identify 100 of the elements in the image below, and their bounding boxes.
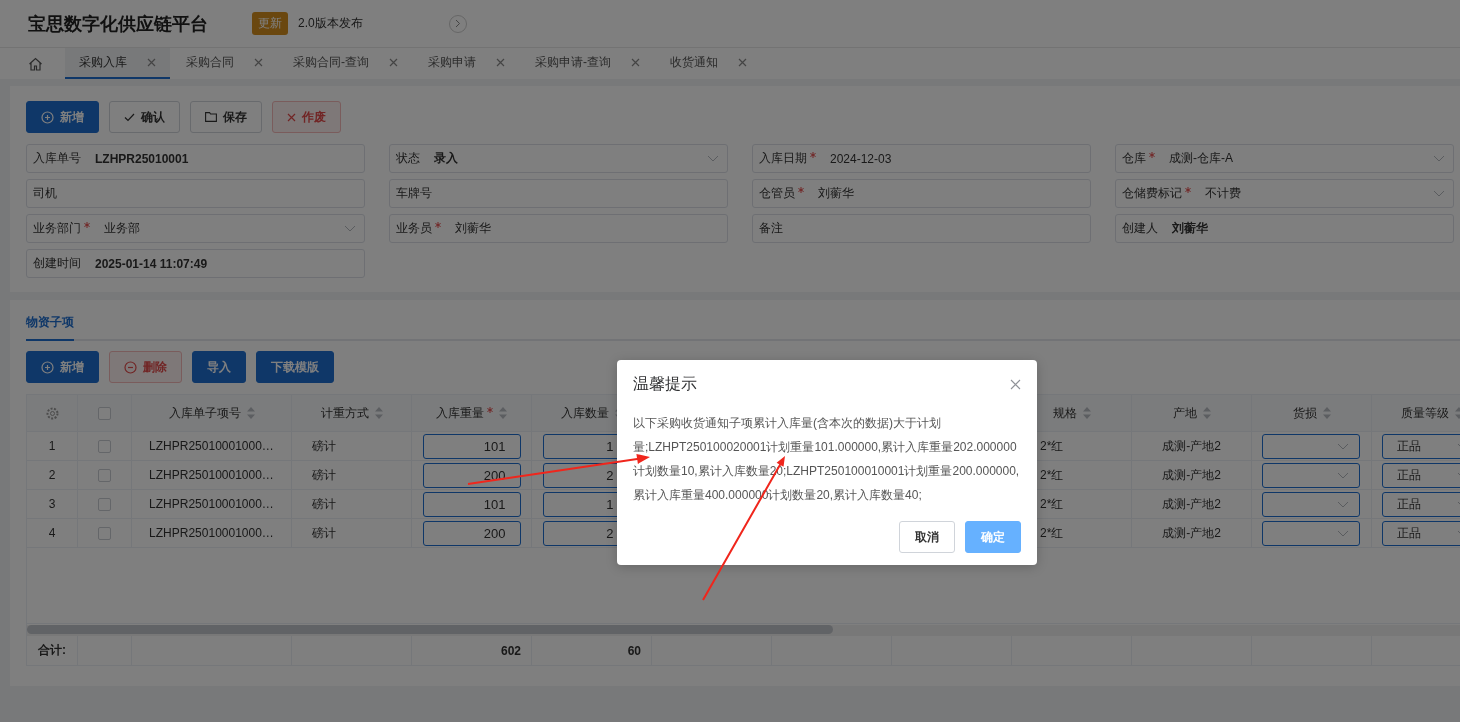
sort-icon[interactable]: [1202, 407, 1211, 419]
page-tab[interactable]: 收货通知: [656, 48, 761, 79]
select-field[interactable]: 仓库 成测-仓库-A: [1115, 144, 1454, 173]
page-tab[interactable]: 采购申请: [414, 48, 519, 79]
select-field[interactable]: [1262, 491, 1360, 517]
check-icon: [124, 112, 135, 122]
input-field[interactable]: 业务员 刘蘅华: [389, 214, 728, 243]
sort-icon[interactable]: [1454, 407, 1460, 419]
column-header: 货损: [1292, 404, 1317, 422]
sort-icon[interactable]: [499, 407, 507, 419]
checkbox[interactable]: [98, 468, 111, 482]
sort-icon[interactable]: [1082, 407, 1091, 419]
folder-icon: [205, 112, 217, 122]
input-field[interactable]: 仓管员 刘蘅华: [752, 179, 1091, 208]
button[interactable]: 保存: [190, 101, 262, 133]
select-field[interactable]: 正品: [1382, 433, 1460, 459]
checkbox[interactable]: [98, 406, 111, 420]
chevron-down-icon: [707, 155, 719, 162]
table-cell: LZHPR25010001000…: [149, 439, 274, 453]
table-cell: 2*红: [1040, 524, 1064, 542]
table-cell: 2*红: [1040, 495, 1064, 513]
column-header: 入库重量: [436, 404, 484, 422]
total-value: 60: [627, 643, 641, 658]
home-icon[interactable]: [28, 56, 43, 71]
chevron-down-icon: [1337, 471, 1349, 479]
button[interactable]: 确定: [965, 521, 1021, 553]
scrollbar-thumb[interactable]: [27, 625, 833, 634]
button[interactable]: 作废: [272, 101, 341, 133]
asterisk-icon: [1149, 152, 1155, 158]
number-field[interactable]: 101: [422, 433, 521, 459]
app-title: 宝思数字化供应链平台: [28, 12, 208, 36]
select-field[interactable]: [1262, 433, 1360, 459]
select-field[interactable]: 状态 录入: [389, 144, 728, 173]
chevron-down-icon: [1433, 190, 1445, 197]
table-cell: 2*红: [1040, 437, 1064, 455]
checkbox[interactable]: [98, 526, 111, 540]
next-button[interactable]: [448, 14, 467, 33]
plus-circle-icon: [41, 360, 54, 374]
button[interactable]: 删除: [109, 351, 182, 383]
row-number: 1: [48, 439, 56, 453]
section-tab[interactable]: 物资子项: [26, 310, 74, 341]
input-field[interactable]: 司机: [26, 179, 365, 208]
button[interactable]: 导入: [192, 351, 246, 383]
chevron-down-icon: [344, 225, 356, 232]
input-field[interactable]: 入库单号 LZHPR25010001: [26, 144, 365, 173]
update-badge: 更新: [252, 12, 288, 35]
release-notice: 2.0版本发布: [298, 15, 363, 32]
column-header: 入库单子项号: [168, 404, 241, 422]
table-cell: 磅计: [312, 466, 336, 484]
settings-icon[interactable]: [45, 406, 59, 420]
close-icon[interactable]: [738, 58, 747, 67]
input-field[interactable]: 创建时间 2025-01-14 11:07:49: [26, 249, 365, 278]
column-header: 入库数量: [560, 404, 609, 422]
page-tab[interactable]: 采购申请-查询: [521, 48, 654, 79]
button[interactable]: 取消: [899, 521, 955, 553]
sort-icon[interactable]: [246, 407, 255, 419]
select-field[interactable]: [1262, 520, 1360, 546]
page-tab[interactable]: 采购入库: [65, 48, 170, 79]
chevron-down-icon: [1337, 529, 1349, 537]
page-tab[interactable]: 采购合同: [172, 48, 277, 79]
table-cell: 成测-产地2: [1162, 524, 1221, 542]
close-button[interactable]: [1010, 379, 1021, 390]
checkbox[interactable]: [98, 497, 111, 511]
select-field[interactable]: [1262, 462, 1360, 488]
number-field[interactable]: 101: [422, 491, 521, 517]
select-field[interactable]: 业务部门 业务部: [26, 214, 365, 243]
checkbox[interactable]: [98, 439, 111, 453]
button[interactable]: 确认: [109, 101, 180, 133]
select-field[interactable]: 正品: [1382, 491, 1460, 517]
select-field[interactable]: 正品: [1382, 462, 1460, 488]
number-field[interactable]: 200: [422, 520, 521, 546]
button[interactable]: 新增: [26, 101, 99, 133]
close-icon[interactable]: [496, 58, 505, 67]
table-cell: 磅计: [312, 437, 336, 455]
close-icon[interactable]: [389, 58, 398, 67]
select-field[interactable]: 仓储费标记 不计费: [1115, 179, 1454, 208]
column-header: 规格: [1052, 404, 1077, 422]
close-icon[interactable]: [254, 58, 263, 67]
table-cell: 磅计: [312, 524, 336, 542]
page-tab[interactable]: 采购合同-查询: [279, 48, 412, 79]
input-field[interactable]: 备注: [752, 214, 1091, 243]
column-header: 产地: [1172, 404, 1197, 422]
input-field[interactable]: 创建人 刘蘅华: [1115, 214, 1454, 243]
plus-circle-icon: [41, 110, 54, 124]
asterisk-icon: [84, 222, 90, 228]
input-field[interactable]: 车牌号: [389, 179, 728, 208]
asterisk-icon: [798, 187, 804, 193]
sort-icon[interactable]: [1322, 407, 1331, 419]
row-number: 4: [48, 526, 56, 540]
total-label: 合计:: [38, 642, 66, 659]
asterisk-icon: [435, 222, 441, 228]
input-field[interactable]: 入库日期 2024-12-03: [752, 144, 1091, 173]
asterisk-icon: [1185, 187, 1191, 193]
asterisk-icon: [487, 407, 493, 413]
button[interactable]: 下载模版: [256, 351, 334, 383]
select-field[interactable]: 正品: [1382, 520, 1460, 546]
close-icon[interactable]: [631, 58, 640, 67]
button[interactable]: 新增: [26, 351, 99, 383]
sort-icon[interactable]: [374, 407, 383, 419]
close-icon[interactable]: [147, 58, 156, 67]
